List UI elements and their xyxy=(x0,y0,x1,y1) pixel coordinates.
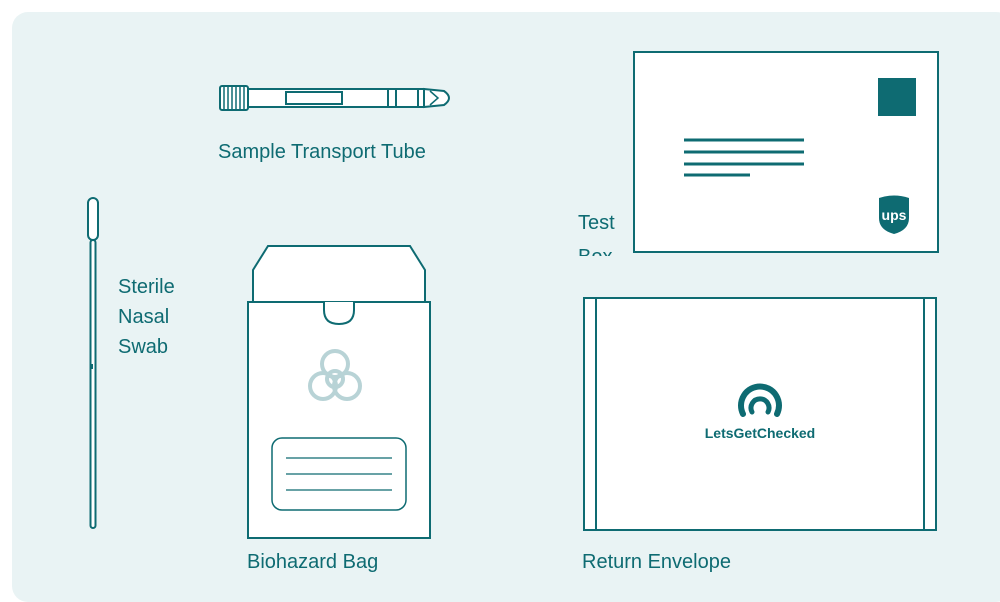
swab-label-line-2: Nasal xyxy=(118,306,170,328)
swab-icon xyxy=(87,197,99,529)
swab-label-line-1: Sterile xyxy=(118,276,175,298)
ups-icon: ups xyxy=(879,195,909,234)
swab-label: Sterile Nasal Swab xyxy=(118,272,175,362)
biohazard-icon xyxy=(308,349,362,401)
test-box-label: Test Box xyxy=(578,206,638,256)
envelope-label: Return Envelope xyxy=(582,551,731,573)
envelope-brand: LetsGetChecked xyxy=(704,425,816,441)
letsgetchecked-logo-icon xyxy=(738,383,782,417)
test-box-label-line-2: Box xyxy=(578,240,638,256)
tube-icon xyxy=(219,85,450,111)
swab-label-line-3: Swab xyxy=(118,336,169,358)
test-box-label-line-1: Test xyxy=(578,212,615,234)
tube-label: Sample Transport Tube xyxy=(218,141,426,163)
ups-logo-text: ups xyxy=(882,207,907,223)
bag-label: Biohazard Bag xyxy=(247,551,379,573)
